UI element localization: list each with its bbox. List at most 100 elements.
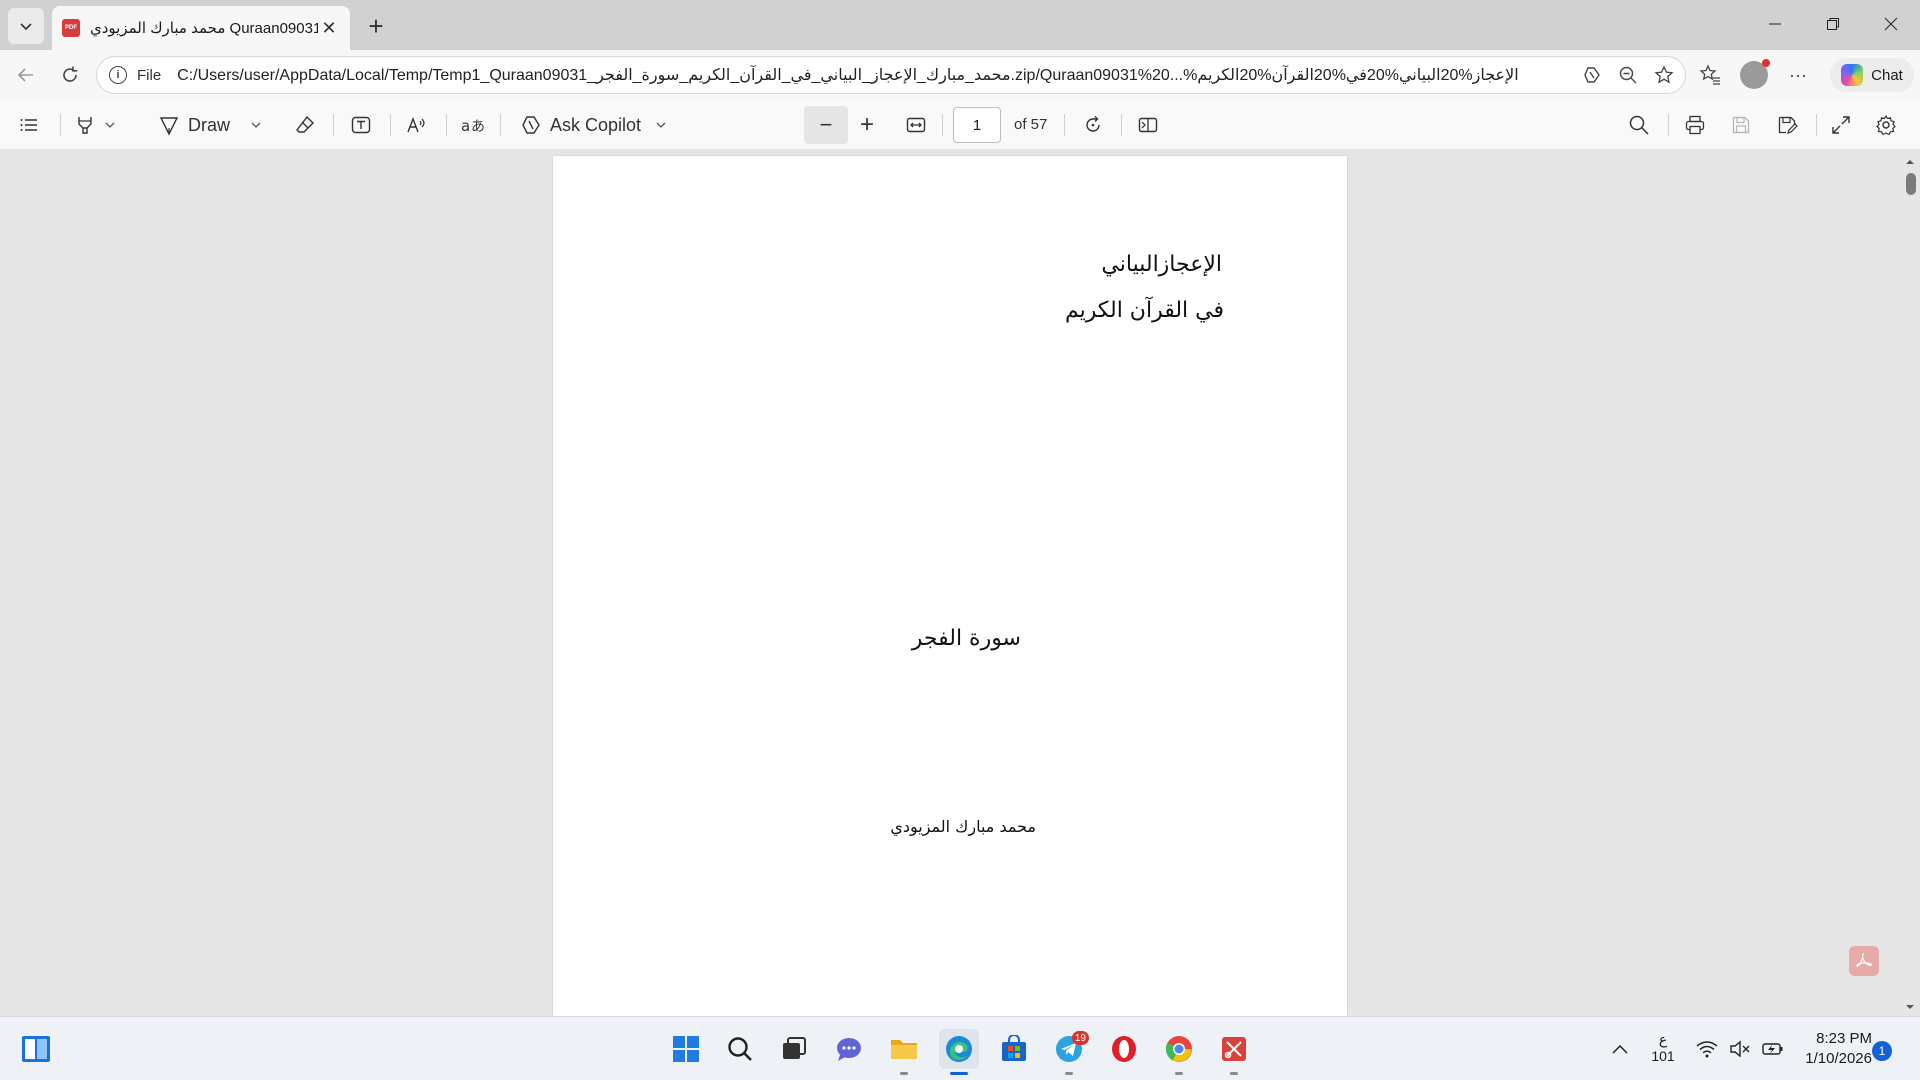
input-language-indicator[interactable]: ع 101 — [1648, 1031, 1678, 1065]
erase-button[interactable] — [294, 108, 316, 142]
running-indicator — [1230, 1072, 1238, 1075]
task-view-button[interactable] — [774, 1029, 814, 1069]
read-aloud-button[interactable] — [406, 108, 428, 142]
opera-browser-app[interactable] — [1104, 1029, 1144, 1069]
ask-copilot-label: Ask Copilot — [550, 114, 642, 135]
read-aloud-icon — [407, 117, 425, 133]
microsoft-store-app[interactable] — [994, 1029, 1034, 1069]
fullscreen-button[interactable] — [1830, 108, 1852, 142]
fit-to-width-button[interactable] — [905, 108, 927, 142]
refresh-button[interactable] — [52, 57, 88, 93]
rotate-button[interactable] — [1082, 108, 1104, 142]
chevron-down-icon[interactable] — [104, 119, 116, 131]
start-button[interactable] — [666, 1029, 706, 1069]
avatar — [1740, 59, 1770, 89]
wifi-icon — [1696, 1041, 1718, 1058]
site-info-icon[interactable]: i — [109, 66, 127, 84]
save-as-icon — [1778, 116, 1798, 134]
show-hidden-icons-button[interactable] — [1600, 1029, 1640, 1069]
draw-button[interactable]: Draw — [158, 108, 262, 142]
file-explorer-app[interactable] — [884, 1029, 924, 1075]
scroll-thumb[interactable] — [1906, 173, 1916, 195]
search-button[interactable] — [720, 1029, 760, 1069]
pdf-file-icon: PDF — [62, 19, 80, 37]
printer-icon — [1685, 115, 1705, 135]
search-icon — [728, 1037, 752, 1061]
store-bag-icon — [1002, 1035, 1026, 1061]
widgets-button[interactable] — [16, 1029, 56, 1069]
favorites-button[interactable] — [1692, 57, 1728, 93]
copilot-outline-icon — [1584, 67, 1600, 83]
battery-charging-icon — [1762, 1043, 1783, 1055]
fit-width-icon — [906, 117, 926, 133]
windows-logo-icon — [673, 1036, 699, 1062]
pdf-viewer[interactable]: الإعجازالبياني في القرآن الكريم سورة الف… — [0, 151, 1920, 1016]
page-view-button[interactable] — [1137, 108, 1159, 142]
task-view-icon — [783, 1037, 806, 1059]
system-clock[interactable]: 8:23 PM 1/10/2026 — [1782, 1029, 1872, 1069]
chat-label: Chat — [1871, 66, 1903, 84]
url-text[interactable]: C:/Users/user/AppData/Local/Temp/Temp1_Q… — [177, 65, 1577, 85]
gear-icon — [1876, 114, 1896, 136]
translate-button[interactable]: aあ — [460, 108, 484, 142]
pdf-settings-button[interactable] — [1875, 108, 1897, 142]
tab-actions-menu-button[interactable] — [8, 8, 44, 44]
minimize-button[interactable] — [1746, 0, 1804, 48]
browser-tab[interactable]: PDF محمد مبارك المزيودي Quraan09031 ✕ — [52, 6, 350, 50]
back-button[interactable] — [8, 57, 44, 93]
copilot-page-icon[interactable] — [1581, 64, 1603, 86]
scroll-up-arrow-icon[interactable] — [1900, 155, 1920, 169]
chrome-browser-app[interactable] — [1159, 1029, 1199, 1075]
quick-settings-button[interactable] — [1690, 1029, 1790, 1069]
save-as-button[interactable] — [1776, 108, 1798, 142]
add-favorite-button[interactable] — [1653, 64, 1675, 86]
pdf-toolbar: Draw aあ Ask Copilot − + 1 of 57 — [0, 100, 1920, 150]
taskbar: 19 ع 101 8:23 PM 1/10/2026 1 — [0, 1016, 1920, 1080]
chevron-up-icon — [1612, 1044, 1628, 1054]
close-window-button[interactable] — [1862, 0, 1920, 48]
magnifier-minus-icon — [1619, 66, 1637, 84]
running-indicator — [1065, 1072, 1073, 1075]
zoom-out-button[interactable]: − — [804, 106, 848, 144]
snipping-tool-app[interactable] — [1214, 1029, 1254, 1075]
profile-button[interactable] — [1736, 57, 1772, 93]
teams-chat-app[interactable] — [829, 1029, 869, 1069]
ellipsis-icon: ··· — [1789, 64, 1807, 85]
scroll-down-arrow-icon[interactable] — [1900, 1000, 1920, 1014]
rotate-icon — [1086, 116, 1100, 132]
zoom-in-button[interactable]: + — [860, 108, 874, 142]
more-options-button[interactable]: ··· — [1780, 57, 1816, 93]
minus-icon: − — [819, 112, 833, 137]
highlight-button[interactable] — [74, 108, 116, 142]
copilot-outline-icon — [522, 116, 540, 134]
restore-button[interactable] — [1804, 0, 1862, 48]
copilot-chat-button[interactable]: Chat — [1830, 58, 1914, 92]
edge-browser-app[interactable] — [939, 1029, 979, 1075]
edge-logo-icon — [946, 1036, 972, 1062]
page-number-input[interactable]: 1 — [953, 107, 1001, 143]
telegram-app[interactable]: 19 — [1049, 1029, 1089, 1075]
tab-strip: PDF محمد مبارك المزيودي Quraan09031 ✕ + — [0, 0, 1920, 50]
vertical-scrollbar[interactable] — [1900, 151, 1920, 1016]
ask-copilot-button[interactable]: Ask Copilot — [520, 108, 667, 142]
contents-button[interactable] — [18, 108, 40, 142]
notification-count-badge[interactable]: 1 — [1872, 1041, 1892, 1061]
find-button[interactable] — [1628, 108, 1650, 142]
running-indicator — [900, 1072, 908, 1075]
tab-title: محمد مبارك المزيودي Quraan09031 — [90, 20, 318, 37]
new-tab-button[interactable]: + — [360, 10, 392, 42]
star-icon — [1654, 65, 1674, 84]
adobe-acrobat-icon[interactable] — [1849, 946, 1879, 976]
zoom-out-page-button[interactable] — [1617, 64, 1639, 86]
print-button[interactable] — [1684, 108, 1706, 142]
add-text-button[interactable] — [350, 108, 372, 142]
address-bar[interactable]: i File C:/Users/user/AppData/Local/Temp/… — [96, 56, 1686, 94]
save-button[interactable] — [1730, 108, 1752, 142]
active-indicator — [950, 1072, 968, 1075]
chevron-down-icon[interactable] — [250, 119, 262, 131]
tab-close-button[interactable]: ✕ — [318, 17, 340, 39]
svg-text:あ: あ — [471, 119, 484, 135]
plus-icon: + — [860, 111, 875, 138]
chevron-down-icon[interactable] — [655, 119, 667, 131]
pdf-page: الإعجازالبياني في القرآن الكريم سورة الف… — [553, 156, 1347, 1016]
